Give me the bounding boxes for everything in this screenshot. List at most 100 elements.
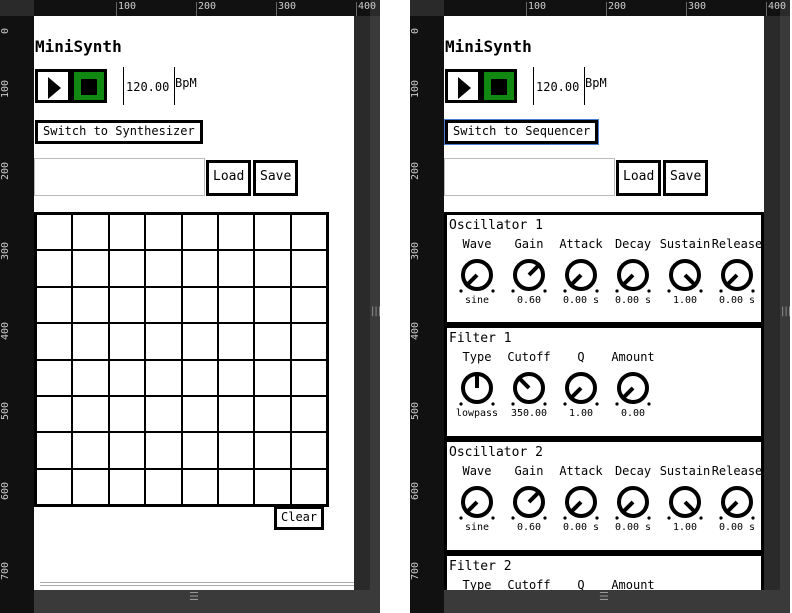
sequencer-cell[interactable] [108, 250, 146, 287]
sequencer-cell[interactable] [36, 250, 73, 287]
sequencer-cell[interactable] [181, 468, 218, 505]
scroll-grip-icon[interactable]: ||| [371, 306, 380, 317]
knob-control[interactable]: Cutoff [503, 578, 555, 590]
sequencer-cell[interactable] [36, 468, 73, 505]
vertical-scrollbar[interactable]: ||| [780, 16, 790, 613]
sequencer-cell[interactable] [217, 432, 255, 469]
tempo-field[interactable]: 120.00 [533, 67, 585, 105]
knob-icon[interactable] [509, 255, 549, 295]
sequencer-cell[interactable] [254, 395, 291, 433]
sequencer-cell[interactable] [108, 432, 146, 469]
sequencer-cell[interactable] [145, 359, 182, 396]
knob-icon[interactable] [457, 368, 497, 408]
sequencer-cell[interactable] [72, 323, 109, 360]
save-button[interactable]: Save [253, 160, 299, 196]
sequencer-cell[interactable] [290, 323, 327, 360]
knob-icon[interactable] [457, 255, 497, 295]
knob-control[interactable]: Decay 0.00 s [607, 237, 659, 306]
knob-control[interactable]: Q [555, 578, 607, 590]
horizontal-scrollbar[interactable]: ☰ [34, 590, 370, 613]
sequencer-cell[interactable] [108, 286, 146, 324]
knob-icon[interactable] [509, 368, 549, 408]
sequencer-cell[interactable] [217, 468, 255, 505]
sequencer-cell[interactable] [290, 395, 327, 433]
save-button[interactable]: Save [663, 160, 709, 196]
knob-icon[interactable] [457, 482, 497, 522]
sequencer-cell[interactable] [145, 286, 182, 324]
knob-icon[interactable] [509, 482, 549, 522]
switch-view-button[interactable]: Switch to Synthesizer [35, 120, 203, 144]
knob-control[interactable]: Wave sine [451, 464, 503, 533]
sequencer-cell[interactable] [217, 359, 255, 396]
sequencer-cell[interactable] [108, 214, 146, 251]
load-button[interactable]: Load [206, 160, 252, 196]
knob-control[interactable]: Cutoff 350.00 [503, 350, 555, 419]
sequencer-cell[interactable] [290, 214, 327, 251]
knob-control[interactable]: Attack 0.00 s [555, 237, 607, 306]
sequencer-cell[interactable] [108, 468, 146, 505]
scroll-grip-icon[interactable]: ☰ [189, 590, 199, 603]
knob-control[interactable]: Type [451, 578, 503, 590]
knob-icon[interactable] [561, 482, 601, 522]
sequencer-cell[interactable] [36, 359, 73, 396]
sequencer-cell[interactable] [290, 359, 327, 396]
sequencer-cell[interactable] [254, 214, 291, 251]
sequencer-cell[interactable] [217, 395, 255, 433]
filename-input[interactable] [444, 158, 615, 196]
sequencer-cell[interactable] [181, 323, 218, 360]
switch-view-button[interactable]: Switch to Sequencer [444, 119, 600, 145]
tempo-field[interactable]: 120.00 [123, 67, 175, 105]
sequencer-cell[interactable] [145, 250, 182, 287]
sequencer-cell[interactable] [217, 323, 255, 360]
knob-control[interactable]: Attack 0.00 s [555, 464, 607, 533]
sequencer-cell[interactable] [145, 432, 182, 469]
sequencer-cell[interactable] [181, 395, 218, 433]
knob-control[interactable]: Gain 0.60 [503, 464, 555, 533]
knob-icon[interactable] [613, 368, 653, 408]
sequencer-cell[interactable] [181, 250, 218, 287]
knob-icon[interactable] [717, 255, 757, 295]
sequencer-cell[interactable] [72, 214, 109, 251]
knob-icon[interactable] [561, 368, 601, 408]
knob-icon[interactable] [665, 255, 705, 295]
sequencer-cell[interactable] [181, 214, 218, 251]
sequencer-cell[interactable] [36, 323, 73, 360]
sequencer-cell[interactable] [108, 359, 146, 396]
sequencer-cell[interactable] [145, 395, 182, 433]
sequencer-cell[interactable] [72, 395, 109, 433]
load-button[interactable]: Load [616, 160, 662, 196]
sequencer-cell[interactable] [72, 286, 109, 324]
sequencer-cell[interactable] [217, 214, 255, 251]
sequencer-cell[interactable] [108, 395, 146, 433]
filename-input[interactable] [34, 158, 205, 196]
knob-icon[interactable] [613, 255, 653, 295]
knob-control[interactable]: Amount 0.00 [607, 350, 659, 419]
stop-button[interactable] [481, 69, 517, 103]
sequencer-cell[interactable] [36, 432, 73, 469]
sequencer-cell[interactable] [254, 250, 291, 287]
sequencer-cell[interactable] [72, 250, 109, 287]
knob-control[interactable]: Decay 0.00 s [607, 464, 659, 533]
knob-control[interactable]: Wave sine [451, 237, 503, 306]
scroll-grip-icon[interactable]: ☰ [599, 590, 609, 603]
sequencer-cell[interactable] [36, 214, 73, 251]
knob-control[interactable]: Gain 0.60 [503, 237, 555, 306]
knob-control[interactable]: Sustain 1.00 [659, 464, 711, 533]
clear-button[interactable]: Clear [274, 506, 325, 530]
knob-icon[interactable] [613, 482, 653, 522]
sequencer-cell[interactable] [181, 359, 218, 396]
knob-control[interactable]: Sustain 1.00 [659, 237, 711, 306]
vertical-scrollbar[interactable]: ||| [370, 16, 380, 613]
sequencer-cell[interactable] [72, 468, 109, 505]
stop-button[interactable] [71, 69, 107, 103]
sequencer-cell[interactable] [36, 286, 73, 324]
sequencer-cell[interactable] [181, 286, 218, 324]
knob-control[interactable]: Release 0.00 s [711, 237, 763, 306]
sequencer-cell[interactable] [254, 359, 291, 396]
knob-icon[interactable] [717, 482, 757, 522]
knob-control[interactable]: Type lowpass [451, 350, 503, 419]
sequencer-cell[interactable] [254, 286, 291, 324]
sequencer-cell[interactable] [72, 359, 109, 396]
sequencer-cell[interactable] [254, 323, 291, 360]
sequencer-cell[interactable] [290, 432, 327, 469]
